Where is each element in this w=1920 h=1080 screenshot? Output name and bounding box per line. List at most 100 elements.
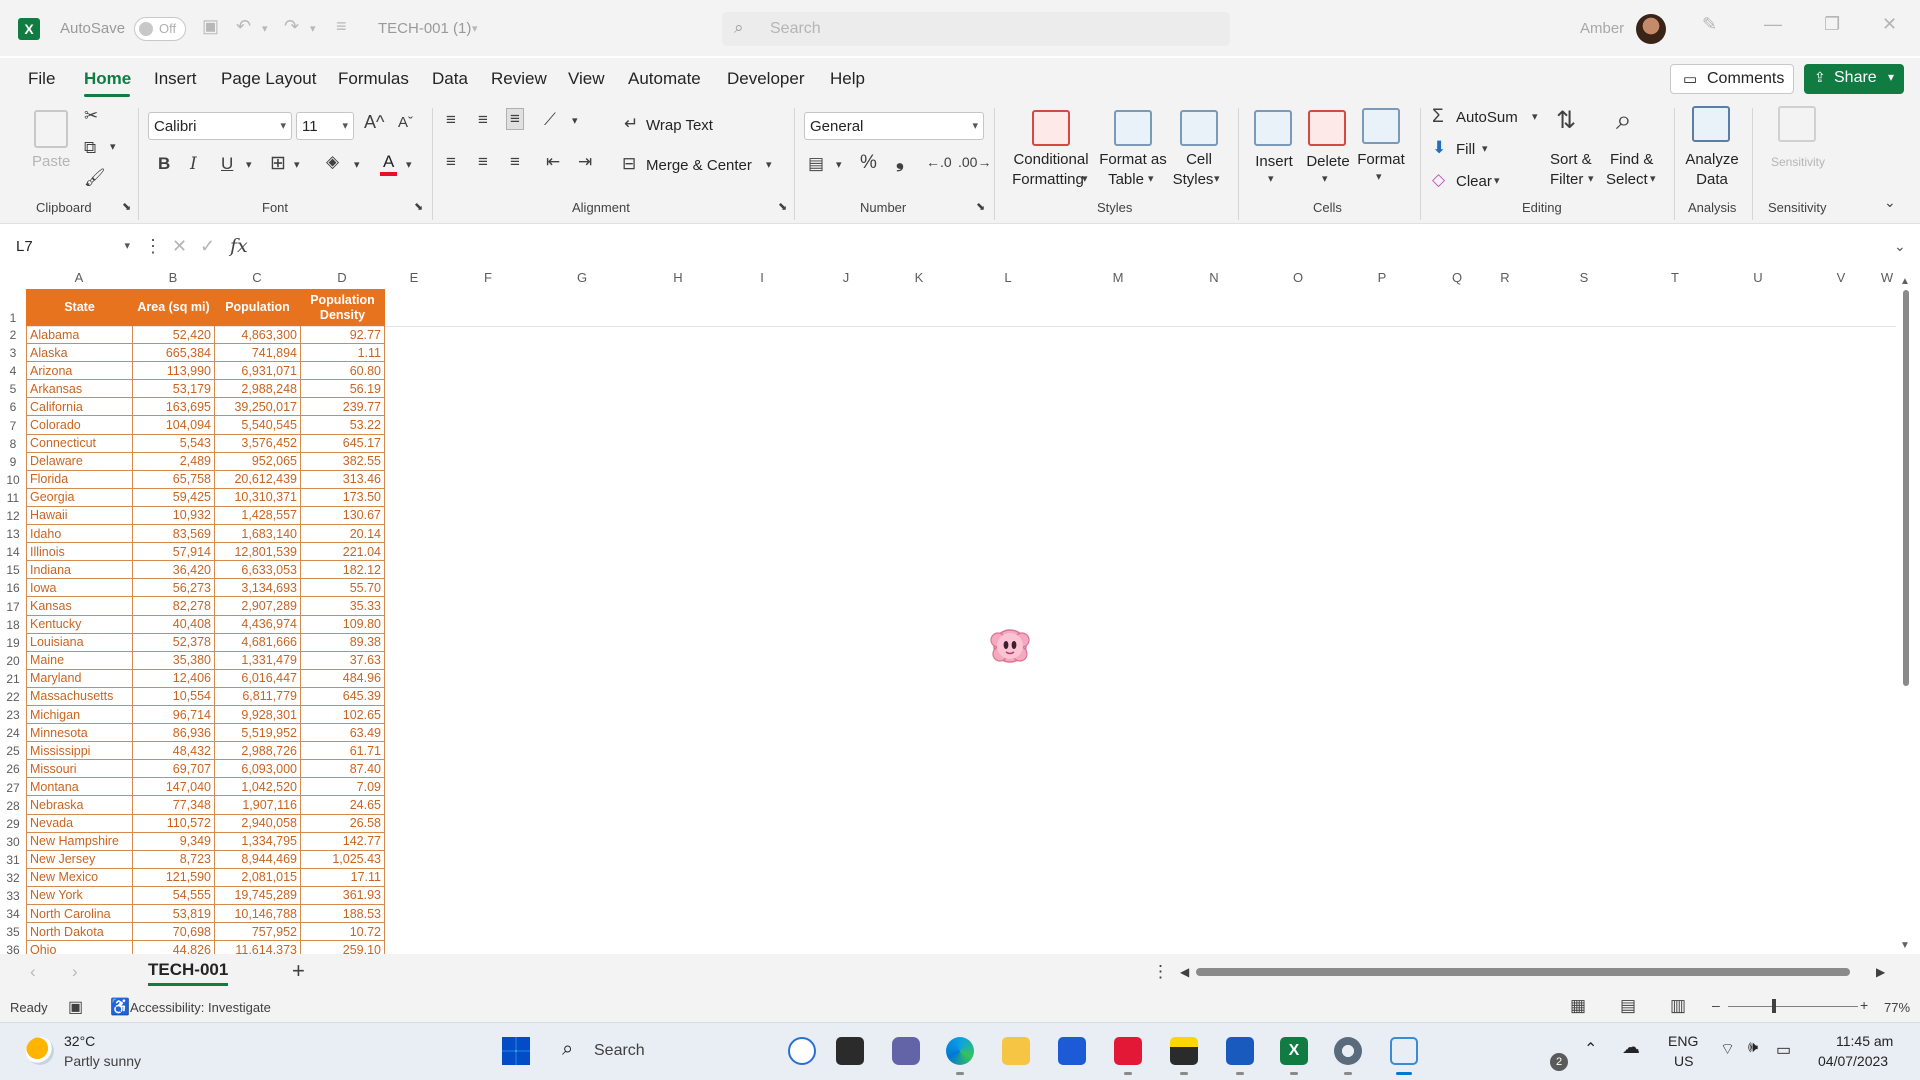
font-size-combo[interactable]: 11 ▾ [296, 112, 354, 140]
cell-styles-icon[interactable] [1180, 110, 1218, 146]
row-header[interactable]: 17 [0, 600, 26, 614]
find-dropdown-icon[interactable]: ▾ [1650, 172, 1656, 185]
delete-cells-icon[interactable] [1308, 110, 1346, 146]
row-header[interactable]: 14 [0, 545, 26, 559]
zoom-slider-thumb[interactable] [1772, 999, 1776, 1013]
zoom-slider[interactable] [1728, 1006, 1858, 1007]
row-header[interactable]: 20 [0, 654, 26, 668]
cell-population[interactable]: 757,952 [214, 922, 301, 942]
cell-state[interactable]: New York [26, 885, 133, 906]
align-left-icon[interactable]: ≡ [446, 152, 456, 172]
cell-density[interactable]: 20.14 [300, 524, 385, 544]
cell-area[interactable]: 57,914 [132, 542, 215, 562]
cell-state[interactable]: Kentucky [26, 614, 133, 634]
tab-data[interactable]: Data [432, 69, 468, 89]
cell-density[interactable]: 182.12 [300, 560, 385, 580]
header-population-density[interactable]: Population Density [300, 289, 385, 326]
cell-population[interactable]: 6,093,000 [214, 759, 301, 779]
cell-population[interactable]: 3,576,452 [214, 433, 301, 453]
cell-area[interactable]: 9,349 [132, 831, 215, 851]
show-hidden-icons-icon[interactable]: ⌃ [1584, 1039, 1597, 1059]
sheet-options-icon[interactable]: ⋮ [1152, 962, 1169, 982]
row-header[interactable]: 27 [0, 781, 26, 795]
cell-density[interactable]: 17.11 [300, 867, 385, 887]
cell-population[interactable]: 4,863,300 [214, 324, 301, 345]
borders-icon[interactable]: ⊞ [270, 152, 286, 175]
row-header[interactable]: 28 [0, 799, 26, 813]
cell-population[interactable]: 3,134,693 [214, 578, 301, 598]
cell-state[interactable]: Iowa [26, 578, 133, 598]
vertical-scroll-thumb[interactable] [1903, 290, 1909, 686]
cell-population[interactable]: 19,745,289 [214, 885, 301, 906]
col-header-r[interactable]: R [1484, 270, 1526, 288]
col-header-o[interactable]: O [1262, 270, 1334, 288]
store-icon[interactable] [1058, 1037, 1086, 1065]
sort-filter-label-1[interactable]: Sort & [1550, 150, 1592, 170]
expand-formula-bar-icon[interactable]: ⌄ [1894, 238, 1906, 255]
cell-area[interactable]: 52,378 [132, 632, 215, 652]
language-code[interactable]: ENG [1668, 1033, 1698, 1049]
row-header[interactable]: 15 [0, 563, 26, 577]
file-name-dropdown-icon[interactable]: ▾ [472, 22, 478, 35]
save-icon[interactable]: ▣ [202, 16, 219, 37]
edge-icon[interactable] [946, 1037, 974, 1065]
cell-population[interactable]: 6,811,779 [214, 686, 301, 706]
cell-density[interactable]: 10.72 [300, 922, 385, 942]
redo-dropdown-icon[interactable]: ▾ [310, 22, 316, 35]
row-header[interactable]: 35 [0, 925, 26, 939]
enter-entry-icon[interactable]: ✓ [200, 236, 215, 257]
search-box[interactable]: ⌕ Search [722, 12, 1230, 46]
cell-state[interactable]: Delaware [26, 451, 133, 471]
format-as-table-label-2[interactable]: Table [1096, 170, 1156, 190]
fill-icon[interactable]: ⬇ [1432, 138, 1446, 158]
row-header[interactable]: 22 [0, 690, 26, 704]
cell-area[interactable]: 35,380 [132, 650, 215, 670]
cell-density[interactable]: 87.40 [300, 759, 385, 779]
cell-population[interactable]: 8,944,469 [214, 849, 301, 869]
cell-population[interactable]: 1,331,479 [214, 650, 301, 670]
name-box[interactable]: L7 ▾ [10, 234, 132, 260]
scroll-up-icon[interactable]: ▲ [1900, 276, 1910, 287]
align-right-icon[interactable]: ≡ [510, 152, 520, 172]
cell-state[interactable]: Illinois [26, 542, 133, 562]
scroll-right-icon[interactable]: ▶ [1876, 965, 1885, 979]
format-painter-icon[interactable]: 🖌 [84, 168, 106, 188]
tab-developer[interactable]: Developer [727, 69, 805, 89]
cut-icon[interactable]: ✂ [84, 106, 98, 126]
cell-density[interactable]: 61.71 [300, 741, 385, 761]
undo-dropdown-icon[interactable]: ▾ [262, 22, 268, 35]
top-align-icon[interactable]: ≡ [446, 110, 456, 130]
cell-state[interactable]: Indiana [26, 560, 133, 580]
cell-state[interactable]: North Carolina [26, 903, 133, 924]
notification-badge[interactable]: 2 [1550, 1053, 1568, 1071]
row-header[interactable]: 8 [0, 437, 26, 451]
cell-density[interactable]: 56.19 [300, 379, 385, 399]
accounting-dropdown-icon[interactable]: ▾ [836, 158, 842, 171]
underline-button[interactable]: U [221, 154, 233, 174]
cell-state[interactable]: Alaska [26, 343, 133, 363]
cell-state[interactable]: Georgia [26, 487, 133, 507]
cell-density[interactable]: 188.53 [300, 903, 385, 924]
cell-area[interactable]: 52,420 [132, 324, 215, 345]
col-header-f[interactable]: F [444, 270, 532, 288]
find-select-icon[interactable]: ⌕ [1616, 104, 1632, 137]
cell-area[interactable]: 12,406 [132, 668, 215, 688]
clear-button[interactable]: Clear [1456, 172, 1492, 192]
wifi-icon[interactable]: ⌔ [1720, 1039, 1735, 1059]
cell-population[interactable]: 1,042,520 [214, 777, 301, 797]
cell-density[interactable]: 63.49 [300, 723, 385, 743]
col-header-k[interactable]: K [892, 270, 946, 288]
cell-styles-dropdown-icon[interactable]: ▾ [1214, 172, 1220, 185]
undo-icon[interactable]: ↶ [236, 16, 251, 37]
cell-area[interactable]: 77,348 [132, 795, 215, 815]
accessibility-status[interactable]: Accessibility: Investigate [130, 1000, 271, 1015]
font-name-combo[interactable]: Calibri ▾ [148, 112, 292, 140]
merge-center-icon[interactable]: ⊟ [622, 154, 636, 174]
row-header[interactable]: 23 [0, 708, 26, 722]
alignment-launcher-icon[interactable]: ⬊ [778, 200, 787, 213]
header-state[interactable]: State [26, 289, 133, 326]
row-header[interactable]: 1 [0, 311, 26, 325]
cell-state[interactable]: Louisiana [26, 632, 133, 652]
autosave-toggle[interactable]: Off [134, 17, 186, 41]
cell-area[interactable]: 2,489 [132, 451, 215, 471]
